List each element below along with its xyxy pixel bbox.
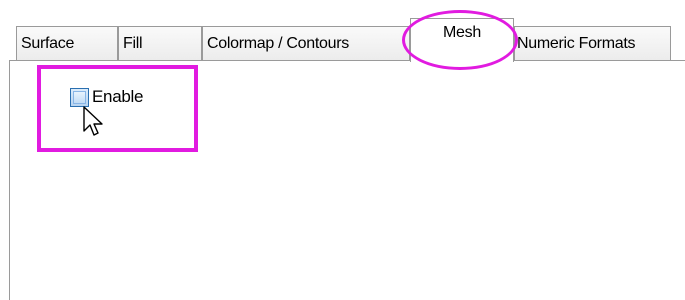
tab-fill[interactable]: Fill — [118, 26, 202, 60]
tab-colormap-contours-label: Colormap / Contours — [207, 34, 349, 52]
tab-mesh[interactable]: Mesh — [410, 18, 514, 62]
tab-strip: Surface Fill Colormap / Contours Mesh Nu… — [0, 0, 685, 62]
tab-fill-label: Fill — [123, 34, 143, 52]
tab-colormap-contours[interactable]: Colormap / Contours — [202, 26, 410, 60]
tab-surface-label: Surface — [21, 34, 75, 52]
tab-mesh-label: Mesh — [443, 24, 481, 41]
enable-checkbox-row[interactable]: Enable — [70, 86, 143, 108]
tab-surface[interactable]: Surface — [16, 26, 118, 60]
tab-numeric-formats[interactable]: Numeric Formats — [514, 26, 671, 60]
enable-checkbox-label[interactable]: Enable — [92, 87, 143, 107]
tab-numeric-formats-label: Numeric Formats — [517, 34, 636, 52]
enable-checkbox[interactable] — [70, 87, 89, 107]
arrow-cursor-icon — [83, 106, 103, 136]
